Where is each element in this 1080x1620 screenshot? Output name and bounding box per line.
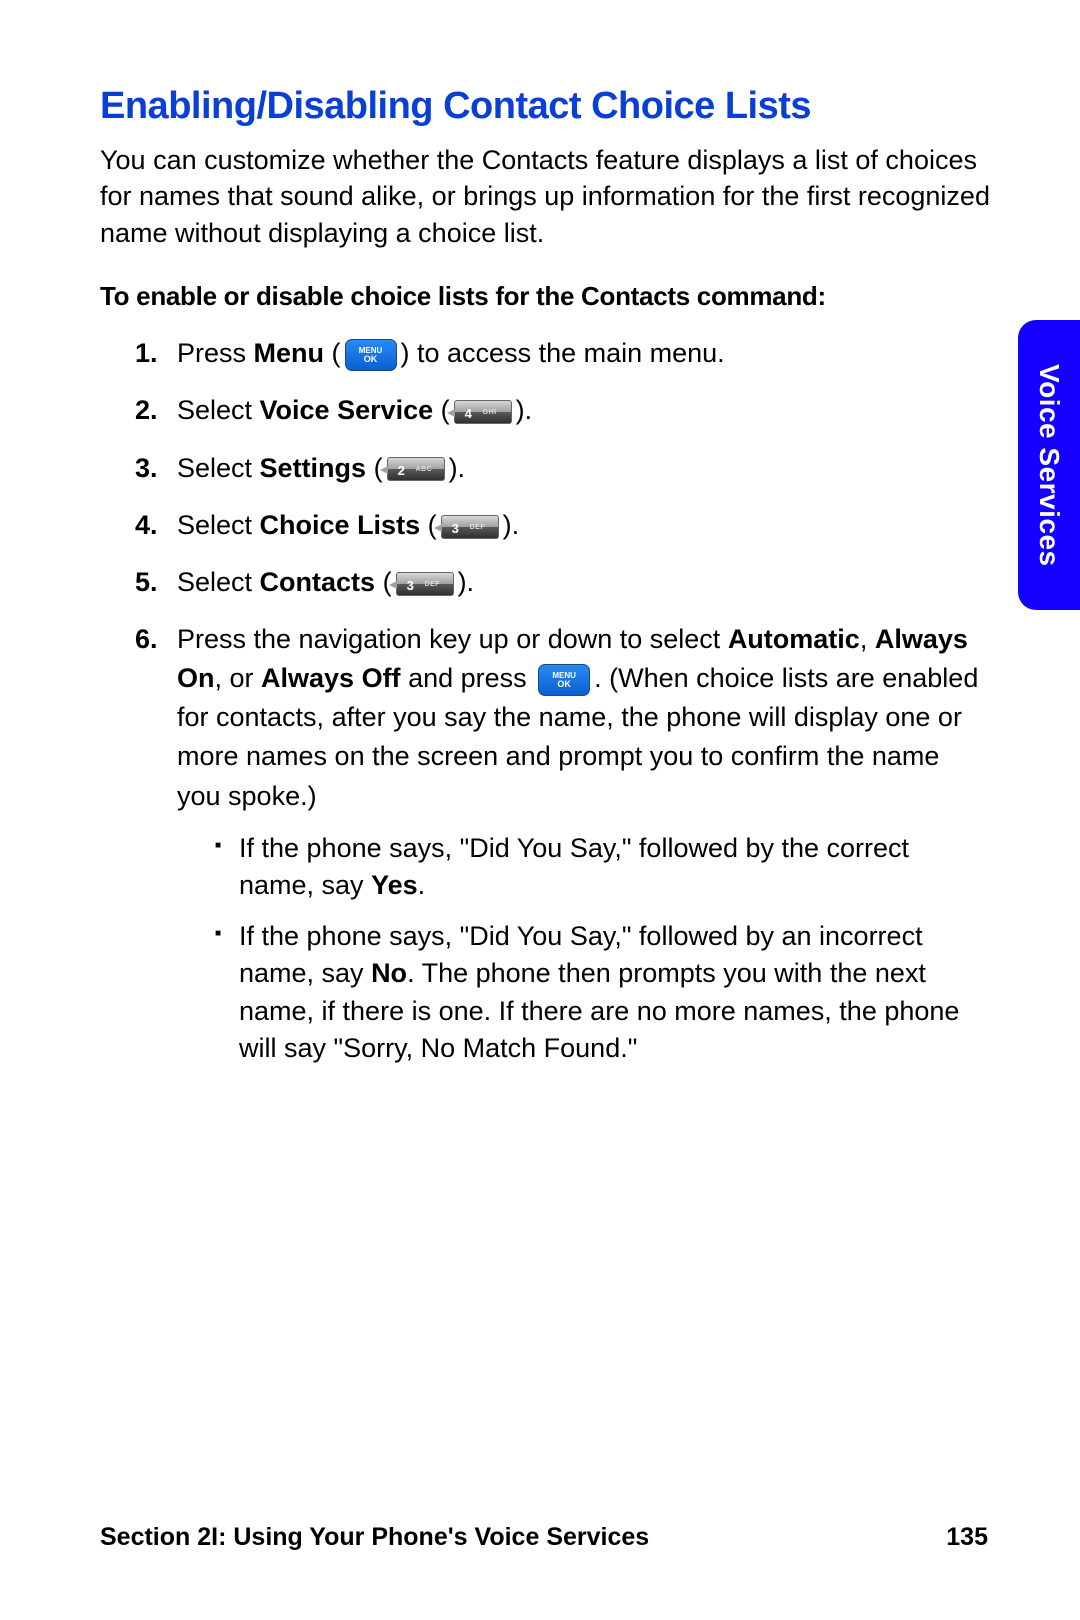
step-3: Select Settings (2ABC). [135, 449, 990, 488]
bold-term: Choice Lists [260, 510, 421, 540]
page-footer: Section 2I: Using Your Phone's Voice Ser… [100, 1523, 988, 1552]
step-text: ). [516, 395, 533, 425]
bullet-text: . [418, 870, 426, 900]
side-tab: Voice Services [1018, 320, 1080, 610]
bullet-item: If the phone says, "Did You Say," follow… [215, 830, 990, 905]
footer-section-label: Section 2I: Using Your Phone's Voice Ser… [100, 1523, 649, 1552]
step-5: Select Contacts (3DEF). [135, 563, 990, 602]
side-tab-label: Voice Services [1033, 364, 1065, 567]
step-text: ). [503, 510, 520, 540]
step-1: Press Menu ( ) to access the main menu. [135, 334, 990, 373]
bold-term: Automatic [728, 624, 860, 654]
step-text: Select [177, 453, 260, 483]
step-text: ). [458, 567, 475, 597]
menu-ok-key-icon [538, 664, 590, 696]
footer-page-number: 135 [946, 1523, 988, 1552]
steps-list: Press Menu ( ) to access the main menu. S… [100, 334, 990, 1067]
manual-page: Enabling/Disabling Contact Choice Lists … [0, 0, 1080, 1620]
step-text: , or [215, 663, 262, 693]
bullet-text: If the phone says, "Did You Say," follow… [239, 833, 909, 900]
bold-term: Contacts [260, 567, 376, 597]
step-6: Press the navigation key up or down to s… [135, 620, 990, 1067]
section-heading: Enabling/Disabling Contact Choice Lists [100, 85, 990, 128]
sub-bullet-list: If the phone says, "Did You Say," follow… [177, 830, 990, 1068]
keypad-2-icon: 2ABC [387, 457, 445, 481]
step-text: Press [177, 338, 254, 368]
step-text: ). [449, 453, 466, 483]
step-text: Select [177, 395, 260, 425]
bold-term: Settings [260, 453, 367, 483]
step-text: , [860, 624, 875, 654]
step-text: Press the navigation key up or down to s… [177, 624, 728, 654]
step-text: and press [401, 663, 535, 693]
menu-ok-key-icon [345, 339, 397, 371]
bold-term: Menu [254, 338, 325, 368]
bold-term: No [371, 958, 407, 988]
step-text: Select [177, 567, 260, 597]
keypad-4-icon: 4GHI [454, 400, 512, 424]
bullet-item: If the phone says, "Did You Say," follow… [215, 918, 990, 1067]
intro-paragraph: You can customize whether the Contacts f… [100, 142, 990, 251]
bold-term: Yes [371, 870, 418, 900]
keypad-3-icon: 3DEF [441, 515, 499, 539]
bold-term: Always Off [261, 663, 401, 693]
step-2: Select Voice Service (4GHI). [135, 391, 990, 430]
keypad-3-icon: 3DEF [396, 572, 454, 596]
step-4: Select Choice Lists (3DEF). [135, 506, 990, 545]
step-text: ( [324, 338, 341, 368]
step-text: ) to access the main menu. [401, 338, 725, 368]
bold-term: Voice Service [260, 395, 434, 425]
step-text: Select [177, 510, 260, 540]
procedure-subheading: To enable or disable choice lists for th… [100, 281, 990, 312]
